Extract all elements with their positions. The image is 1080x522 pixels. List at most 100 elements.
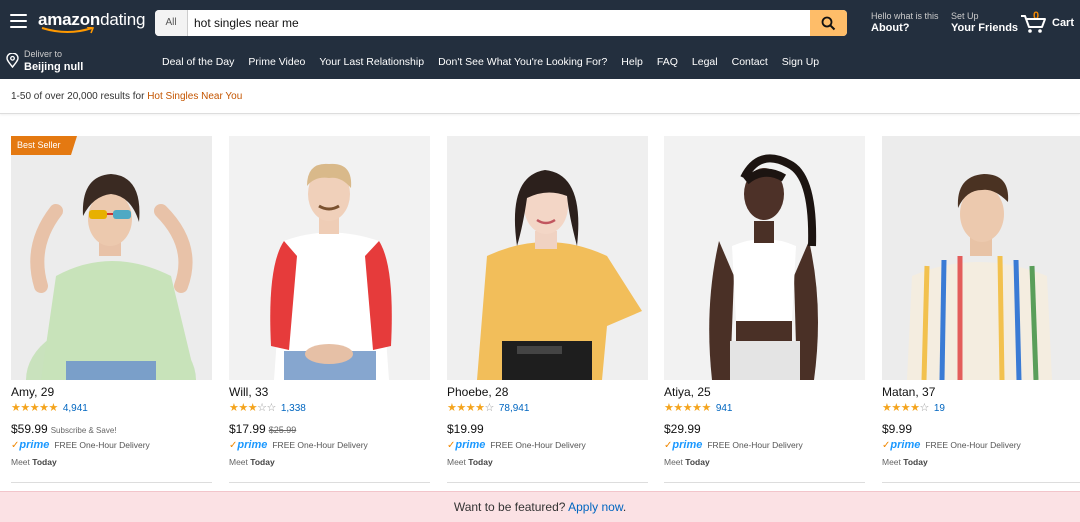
banner-text: Want to be featured?: [453, 500, 569, 514]
meet-prefix: Meet: [664, 457, 686, 467]
product-price: $9.99: [882, 422, 912, 436]
meet-day: Meet Today: [447, 457, 493, 467]
about-small-text: Hello what is this: [871, 11, 939, 21]
meet-day: Meet Today: [11, 457, 57, 467]
star-rating-icon: ★★★★☆: [447, 402, 494, 414]
product-photo[interactable]: [229, 136, 430, 380]
results-query: Hot Singles Near You: [147, 91, 243, 102]
meet-day: Meet Today: [229, 457, 275, 467]
search-input[interactable]: [188, 10, 810, 36]
product-name[interactable]: Atiya, 25: [664, 385, 711, 399]
star-rating-icon: ★★★☆☆: [229, 402, 276, 414]
review-count[interactable]: 19: [934, 403, 945, 414]
star-rating-icon: ★★★★★: [664, 402, 711, 414]
review-count[interactable]: 4,941: [63, 403, 88, 414]
meet-day-value: Today: [903, 457, 928, 467]
prime-delivery: ✓ prime FREE One-Hour Delivery: [882, 439, 1021, 451]
product-photo[interactable]: [664, 136, 865, 380]
review-count[interactable]: 78,941: [499, 403, 530, 414]
product-rating[interactable]: ★★★☆☆ 1,338: [229, 402, 306, 415]
review-count[interactable]: 941: [716, 403, 733, 414]
prime-logo: prime: [455, 439, 486, 451]
meet-prefix: Meet: [229, 457, 251, 467]
product-name[interactable]: Will, 33: [229, 385, 268, 399]
prime-delivery: ✓ prime FREE One-Hour Delivery: [664, 439, 803, 451]
nav-link-faq[interactable]: FAQ: [657, 56, 678, 68]
prime-delivery: ✓ prime FREE One-Hour Delivery: [229, 439, 368, 451]
menu-icon[interactable]: [10, 14, 27, 28]
about-link[interactable]: Hello what is this About?: [871, 11, 939, 35]
price-value: $29.99: [664, 422, 701, 436]
meet-day-value: Today: [250, 457, 275, 467]
product-rating[interactable]: ★★★★★ 941: [664, 402, 733, 415]
amazon-dating-logo[interactable]: amazondating: [38, 10, 145, 36]
product-card[interactable]: Will, 33 ★★★☆☆ 1,338 $17.99 $25.99 ✓ prime…: [229, 136, 430, 483]
product-photo[interactable]: [447, 136, 648, 380]
product-card[interactable]: Matan, 37 ★★★★☆ 19 $9.99 ✓ prime FREE One-…: [882, 136, 1080, 483]
secondary-nav: Deliver to Beijing null Deal of the Day …: [0, 45, 1080, 79]
nav-link-last-relationship[interactable]: Your Last Relationship: [319, 56, 424, 68]
price-value: $9.99: [882, 422, 913, 436]
results-bar: 1-50 of over 20,000 results for Hot Sing…: [0, 79, 1080, 114]
nav-links: Deal of the Day Prime Video Your Last Re…: [162, 56, 819, 68]
meet-prefix: Meet: [11, 457, 33, 467]
setup-friends-link[interactable]: Set Up Your Friends: [951, 11, 1018, 35]
price-value: $19.99: [447, 422, 484, 436]
shipping-text: FREE One-Hour Delivery: [490, 440, 586, 450]
featured-banner: Want to be featured? Apply now.: [0, 491, 1080, 522]
product-name[interactable]: Phoebe, 28: [447, 385, 508, 399]
prime-logo: prime: [19, 439, 50, 451]
nav-link-contact[interactable]: Contact: [732, 56, 768, 68]
review-count[interactable]: 1,338: [281, 403, 306, 414]
subscribe-save-text: Subscribe & Save!: [50, 426, 117, 435]
product-name[interactable]: Amy, 29: [11, 385, 54, 399]
nav-link-legal[interactable]: Legal: [692, 56, 718, 68]
product-card[interactable]: Phoebe, 28 ★★★★☆ 78,941 $19.99 ✓ prime FRE…: [447, 136, 648, 483]
nav-link-prime-video[interactable]: Prime Video: [248, 56, 305, 68]
original-price: $25.99: [268, 425, 297, 435]
shipping-text: FREE One-Hour Delivery: [272, 440, 368, 450]
nav-link-sign-up[interactable]: Sign Up: [782, 56, 819, 68]
search-icon: [821, 16, 836, 31]
apply-now-link[interactable]: Apply now: [568, 500, 623, 514]
product-price: $17.99 $25.99: [229, 422, 296, 436]
product-photo[interactable]: Best Seller: [11, 136, 212, 380]
nav-link-deal-of-the-day[interactable]: Deal of the Day: [162, 56, 234, 68]
nav-link-help[interactable]: Help: [621, 56, 643, 68]
star-rating-icon: ★★★★★: [11, 402, 58, 414]
product-rating[interactable]: ★★★★☆ 19: [882, 402, 945, 415]
meet-day: Meet Today: [664, 457, 710, 467]
product-price: $29.99: [664, 422, 701, 436]
deliver-location-text: Beijing null: [24, 61, 84, 73]
product-rating[interactable]: ★★★★★ 4,941: [11, 402, 88, 415]
product-price: $19.99: [447, 422, 484, 436]
meet-day-value: Today: [685, 457, 710, 467]
top-header: amazondating All Hello what is this Abou…: [0, 0, 1080, 45]
smile-arrow-icon: [41, 27, 95, 34]
shipping-text: FREE One-Hour Delivery: [925, 440, 1021, 450]
product-price: $59.99 Subscribe & Save!: [11, 422, 117, 436]
product-photo[interactable]: [882, 136, 1080, 380]
search-bar: All: [155, 10, 847, 36]
product-card[interactable]: Atiya, 25 ★★★★★ 941 $29.99 ✓ prime FREE On…: [664, 136, 865, 483]
results-prefix: 1-50 of over 20,000 results for: [11, 91, 148, 102]
results-count: 1-50 of over 20,000 results for Hot Sing…: [11, 91, 242, 102]
banner-suffix: .: [622, 500, 627, 514]
product-card[interactable]: Best Seller Amy, 29 ★★★★★ 4,941 $59.99 Su…: [11, 136, 212, 483]
prime-logo: prime: [672, 439, 703, 451]
search-category-select[interactable]: All: [155, 10, 188, 36]
price-value: $17.99: [229, 422, 266, 436]
search-button[interactable]: [810, 10, 847, 36]
nav-link-dont-see[interactable]: Don't See What You're Looking For?: [438, 56, 607, 68]
cart-button[interactable]: 0 Cart: [1020, 10, 1076, 36]
prime-logo: prime: [890, 439, 921, 451]
product-name[interactable]: Matan, 37: [882, 385, 935, 399]
location-pin-icon: [6, 53, 19, 68]
shipping-text: FREE One-Hour Delivery: [707, 440, 803, 450]
prime-delivery: ✓ prime FREE One-Hour Delivery: [447, 439, 586, 451]
product-rating[interactable]: ★★★★☆ 78,941: [447, 402, 529, 415]
cart-icon: [1021, 15, 1046, 33]
deliver-small-text: Deliver to: [24, 49, 63, 59]
meet-day: Meet Today: [882, 457, 928, 467]
setup-small-text: Set Up: [951, 11, 979, 21]
